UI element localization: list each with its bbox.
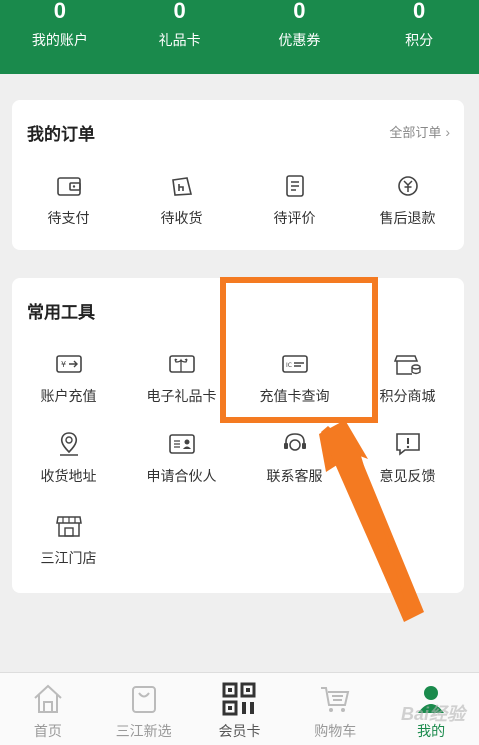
nav-member-card[interactable]: 会员卡 bbox=[192, 673, 288, 745]
home-icon bbox=[31, 683, 65, 715]
nav-cart[interactable]: 购物车 bbox=[287, 673, 383, 745]
nav-label: 首页 bbox=[33, 723, 62, 739]
cart-icon bbox=[318, 683, 352, 715]
nav-home[interactable]: 首页 bbox=[0, 673, 96, 745]
watermark-text: Bai经验 bbox=[400, 704, 465, 724]
shopping-bag-icon bbox=[127, 683, 161, 715]
nav-new-selection[interactable]: 三江新选 bbox=[96, 673, 192, 745]
pointer-arrow bbox=[319, 420, 424, 622]
qr-code-icon bbox=[222, 682, 256, 716]
nav-label: 购物车 bbox=[314, 723, 357, 739]
nav-label: 会员卡 bbox=[218, 723, 261, 739]
nav-label: 三江新选 bbox=[115, 723, 172, 739]
